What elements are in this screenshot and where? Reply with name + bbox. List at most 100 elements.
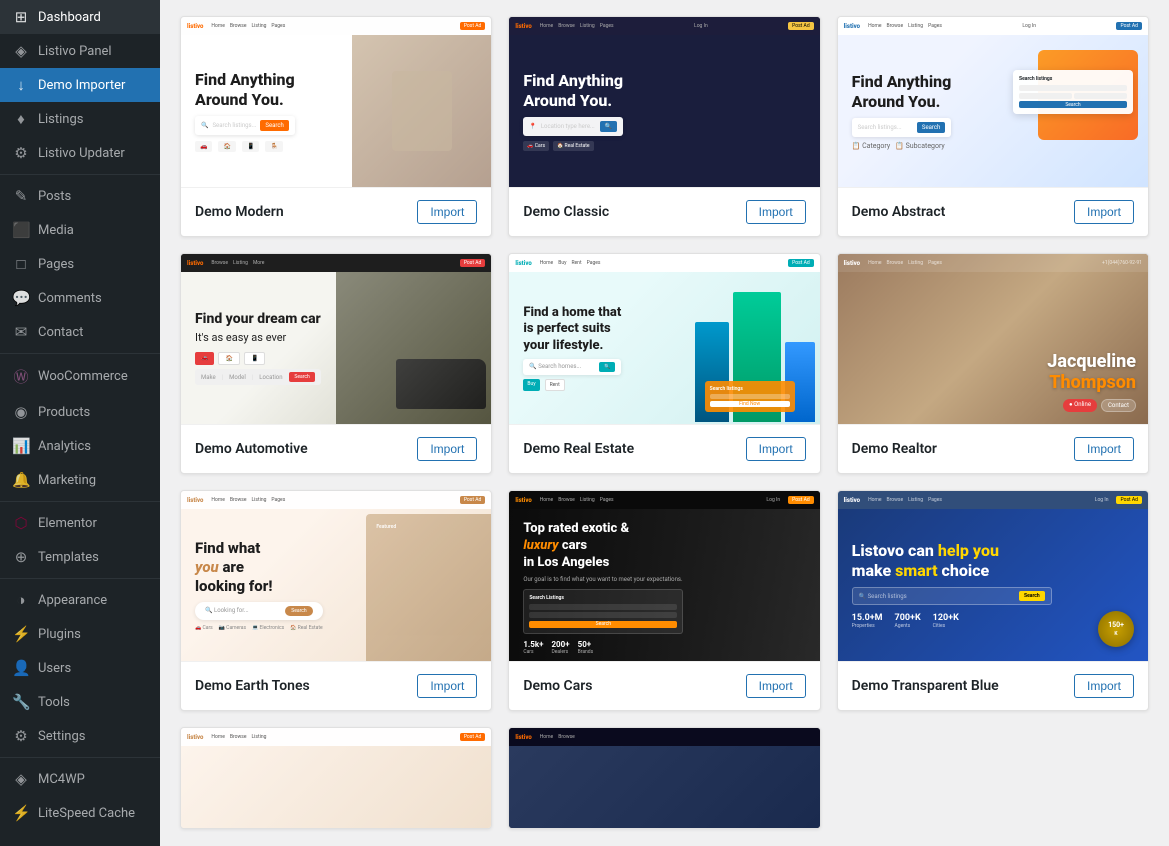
demo-realtor-name: JacquelineThompson ● Online Contact (1047, 351, 1136, 412)
sidebar: ⊞ Dashboard ◈ Listivo Panel ↓ Demo Impor… (0, 0, 160, 846)
demo-nav-bar: listivo HomeBrowseListingPages Post Ad (181, 491, 491, 509)
demo-logo: listivo (515, 734, 531, 741)
templates-icon: ⊕ (12, 548, 30, 566)
sidebar-item-media[interactable]: ⬛ Media (0, 213, 160, 247)
sidebar-item-demo-importer[interactable]: ↓ Demo Importer (0, 68, 160, 102)
demo-hero-title: Find whatyou arelooking for! (195, 539, 323, 595)
demo-hero-title: Find AnythingAround You. (195, 70, 295, 110)
sidebar-item-label: Products (38, 405, 90, 420)
sidebar-item-marketing[interactable]: 🔔 Marketing (0, 463, 160, 497)
sidebar-item-listivo-panel[interactable]: ◈ Listivo Panel (0, 34, 160, 68)
listivo-panel-icon: ◈ (12, 42, 30, 60)
demo-nav-links: HomeBrowseListingPages (540, 23, 614, 29)
sidebar-item-listings[interactable]: ♦ Listings (0, 102, 160, 136)
woo-icon: Ⓦ (12, 366, 30, 387)
import-button-earthtones[interactable]: Import (417, 674, 477, 698)
sidebar-item-label: MC4WP (38, 772, 85, 787)
demos-grid: listivo HomeBrowseListingPages Post Ad F… (180, 16, 1149, 711)
demo-card-footer: Demo Realtor Import (838, 424, 1148, 473)
demo-nav-links: HomeBrowseListingPages (211, 23, 285, 29)
sidebar-item-tools[interactable]: 🔧 Tools (0, 685, 160, 719)
demo-nav-cta: Post Ad (1116, 496, 1142, 504)
demo-hero-text: Find AnythingAround You. 📍Location type … (523, 71, 623, 151)
demo-card-footer: Demo Earth Tones Import (181, 661, 491, 710)
import-button-realestate[interactable]: Import (746, 437, 806, 461)
demo-nav-cta: Post Ad (1116, 22, 1142, 30)
demo-search-btn: 🔍 (600, 121, 617, 132)
demo-card-extra1: listivo HomeBrowseListing Post Ad (180, 727, 492, 829)
demo-thumbnail-extra1: listivo HomeBrowseListing Post Ad (181, 728, 491, 828)
demo-logo: listivo (187, 260, 203, 267)
import-button-realtor[interactable]: Import (1074, 437, 1134, 461)
import-button-modern[interactable]: Import (417, 200, 477, 224)
demo-thumbnail-abstract: listivo HomeBrowseListingPages Log In Po… (838, 17, 1148, 187)
import-button-transparentblue[interactable]: Import (1074, 674, 1134, 698)
demo-logo: listivo (844, 497, 860, 504)
sidebar-item-label: Tools (38, 695, 70, 710)
sidebar-item-analytics[interactable]: 📊 Analytics (0, 429, 160, 463)
demo-nav-cta: Post Ad (788, 496, 814, 504)
sidebar-item-elementor[interactable]: ⬡ Elementor (0, 506, 160, 540)
separator-2 (0, 353, 160, 354)
demo-card-title: Demo Modern (195, 204, 284, 220)
sidebar-item-label: LiteSpeed Cache (38, 806, 135, 821)
sidebar-item-woocommerce[interactable]: Ⓦ WooCommerce (0, 358, 160, 395)
updater-icon: ⚙ (12, 144, 30, 162)
sidebar-item-settings[interactable]: ⚙ Settings (0, 719, 160, 753)
sidebar-item-users[interactable]: 👤 Users (0, 651, 160, 685)
sidebar-item-litespeed[interactable]: ⚡ LiteSpeed Cache (0, 796, 160, 830)
sidebar-item-templates[interactable]: ⊕ Templates (0, 540, 160, 574)
sidebar-item-dashboard[interactable]: ⊞ Dashboard (0, 0, 160, 34)
sidebar-item-label: Plugins (38, 627, 81, 642)
demo-hero-text: Find whatyou arelooking for! 🔍 Looking f… (195, 539, 323, 630)
sidebar-item-pages[interactable]: □ Pages (0, 247, 160, 281)
demo-thumbnail-transparentblue: listivo HomeBrowseListingPages Log In Po… (838, 491, 1148, 661)
import-button-cars[interactable]: Import (746, 674, 806, 698)
import-button-automotive[interactable]: Import (417, 437, 477, 461)
sidebar-item-label: Posts (38, 189, 71, 204)
comments-icon: 💬 (12, 289, 30, 307)
appearance-icon: ◑ (12, 591, 30, 609)
sidebar-item-label: Analytics (38, 439, 91, 454)
demo-card-title: Demo Cars (523, 678, 592, 694)
demo-card-footer: Demo Modern Import (181, 187, 491, 236)
import-button-abstract[interactable]: Import (1074, 200, 1134, 224)
dashboard-icon: ⊞ (12, 8, 30, 26)
sidebar-item-posts[interactable]: ✎ Posts (0, 179, 160, 213)
sidebar-item-appearance[interactable]: ◑ Appearance (0, 583, 160, 617)
demo-nav-links: HomeBrowse (540, 734, 575, 740)
demos-grid-bottom: listivo HomeBrowseListing Post Ad listiv… (180, 727, 1149, 829)
demo-hero-title: Find your dream carIt's as easy as ever (195, 311, 321, 346)
demo-nav-cta: Post Ad (460, 733, 486, 741)
demo-thumbnail-realtor: listivo HomeBrowseListingPages +1(044)76… (838, 254, 1148, 424)
marketing-icon: 🔔 (12, 471, 30, 489)
sidebar-item-label: Dashboard (38, 10, 101, 25)
sidebar-item-products[interactable]: ◉ Products (0, 395, 160, 429)
import-button-classic[interactable]: Import (746, 200, 806, 224)
demo-nav-bar: listivo HomeBrowseListingPages Log In Po… (509, 17, 819, 35)
analytics-icon: 📊 (12, 437, 30, 455)
sidebar-item-plugins[interactable]: ⚡ Plugins (0, 617, 160, 651)
sidebar-item-contact[interactable]: ✉ Contact (0, 315, 160, 349)
demo-nav-bar: listivo HomeBrowseListing Post Ad (181, 728, 491, 746)
demo-search-btn: Search (260, 120, 288, 131)
demo-nav-links: BrowseListingMore (211, 260, 264, 266)
demo-nav-bar: listivo HomeBrowse (509, 728, 819, 746)
demo-card-footer: Demo Automotive Import (181, 424, 491, 473)
demo-card-footer: Demo Cars Import (509, 661, 819, 710)
sidebar-item-listivo-updater[interactable]: ⚙ Listivo Updater (0, 136, 160, 170)
sidebar-item-label: Listivo Updater (38, 146, 125, 161)
demo-thumbnail-extra2: listivo HomeBrowse (509, 728, 819, 828)
demo-nav-bar: listivo HomeBuyRentPages Post Ad (509, 254, 819, 272)
sidebar-item-mc4wp[interactable]: ◈ MC4WP (0, 762, 160, 796)
demo-hero-text: Top rated exotic &luxury carsin Los Ange… (523, 521, 683, 655)
demo-search-bar: 🔍Search listings... Search (195, 116, 295, 135)
sidebar-item-comments[interactable]: 💬 Comments (0, 281, 160, 315)
separator-3 (0, 501, 160, 502)
demo-hero-text: Find your dream carIt's as easy as ever … (195, 311, 321, 385)
demo-hero-text: Listovo can help youmake smart choice 🔍 … (852, 541, 1052, 629)
pages-icon: □ (12, 255, 30, 273)
demo-card-title: Demo Real Estate (523, 441, 634, 457)
demo-logo: listivo (515, 23, 531, 30)
sidebar-item-label: Listings (38, 112, 83, 127)
